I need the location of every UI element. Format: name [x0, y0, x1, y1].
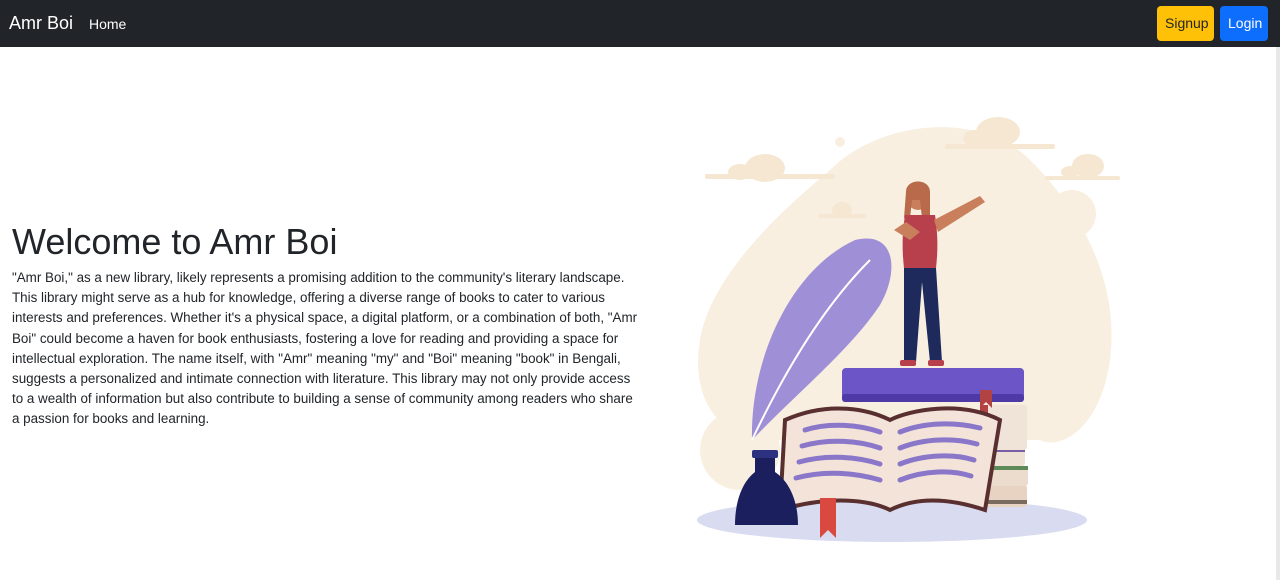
brand-link[interactable]: Amr Boi — [9, 12, 73, 34]
cloud-icon — [1045, 154, 1120, 180]
hero-description: "Amr Boi," as a new library, likely repr… — [12, 270, 638, 427]
hero-title: Welcome to Amr Boi — [12, 221, 338, 262]
background-circle-large — [1048, 190, 1096, 238]
top-navbar: Amr Boi Home Signup Login — [0, 0, 1280, 47]
page-scrollbar[interactable] — [1276, 47, 1280, 580]
signup-button[interactable]: Signup — [1157, 6, 1214, 41]
cloud-icon — [705, 154, 835, 182]
login-button[interactable]: Login — [1220, 6, 1268, 41]
library-illustration — [697, 117, 1120, 542]
nav-link-home[interactable]: Home — [89, 15, 126, 33]
background-circle-small — [835, 137, 845, 147]
